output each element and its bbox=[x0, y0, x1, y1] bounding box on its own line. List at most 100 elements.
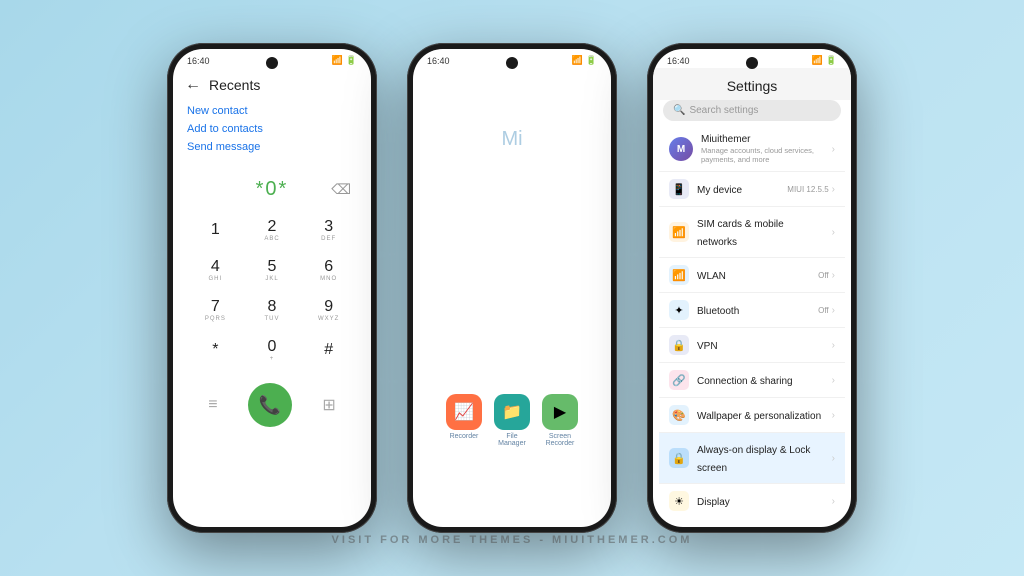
chevron-icon-10: › bbox=[832, 496, 835, 507]
key-6[interactable]: 6MNO bbox=[307, 251, 351, 289]
dialer-options: New contact Add to contacts Send message bbox=[173, 98, 371, 160]
settings-item-wallpaper[interactable]: 🎨 Wallpaper & personalization › bbox=[659, 398, 845, 433]
status-icons-2: 📶 🔋 bbox=[572, 55, 597, 66]
key-7[interactable]: 7PQRS bbox=[193, 291, 237, 329]
dialer-bottom: ≡ 📞 ⊞ bbox=[173, 375, 371, 435]
watermark-text: VISIT FOR MORE THEMES - MIUITHEMER.COM bbox=[332, 534, 693, 546]
key-3[interactable]: 3DEF bbox=[307, 211, 351, 249]
chevron-icon-6: › bbox=[832, 340, 835, 351]
settings-item-vpn[interactable]: 🔒 VPN › bbox=[659, 328, 845, 363]
connection-icon: 🔗 bbox=[669, 370, 689, 390]
wlan-name: WLAN bbox=[697, 271, 726, 282]
settings-item-bluetooth[interactable]: ✦ Bluetooth Off › bbox=[659, 293, 845, 328]
display-name: Display bbox=[697, 497, 730, 508]
miui-badge: MIUI 12.5.5 bbox=[787, 185, 828, 194]
key-0[interactable]: 0+ bbox=[250, 331, 294, 369]
settings-title: Settings bbox=[653, 68, 851, 100]
app-screenrecorder[interactable]: ▶ ScreenRecorder bbox=[542, 394, 578, 447]
dialpad-row-3: 7PQRS 8TUV 9WXYZ bbox=[187, 291, 357, 329]
chevron-icon-4: › bbox=[832, 270, 835, 281]
key-hash[interactable]: # bbox=[307, 331, 351, 369]
camera-cutout-3 bbox=[746, 57, 758, 69]
home-apps: 📈 Recorder 📁 FileManager ▶ ScreenRecorde… bbox=[413, 394, 611, 447]
delete-icon[interactable]: ⌫ bbox=[331, 181, 351, 198]
vpn-name: VPN bbox=[697, 341, 718, 352]
dialpad: 1 2ABC 3DEF 4GHI 5JKL 6MNO 7PQRS 8TUV 9W… bbox=[173, 207, 371, 375]
key-8[interactable]: 8TUV bbox=[250, 291, 294, 329]
alwayson-icon: 🔒 bbox=[669, 448, 689, 468]
search-icon: 🔍 bbox=[673, 105, 685, 116]
connection-name: Connection & sharing bbox=[697, 376, 793, 387]
miuithemer-avatar: M bbox=[669, 137, 693, 161]
settings-item-alwayson[interactable]: 🔒 Always-on display & Lock screen › bbox=[659, 433, 845, 484]
mydevice-name: My device bbox=[697, 185, 742, 196]
chevron-icon-5: › bbox=[832, 305, 835, 316]
key-1[interactable]: 1 bbox=[193, 211, 237, 249]
display-content: Display bbox=[697, 492, 824, 510]
time-1: 16:40 bbox=[187, 56, 210, 66]
chevron-icon-2: › bbox=[832, 184, 835, 195]
vpn-content: VPN bbox=[697, 336, 824, 354]
miuithemer-sub: Manage accounts, cloud services, payment… bbox=[701, 146, 824, 164]
call-button[interactable]: 📞 bbox=[248, 383, 292, 427]
wlan-content: WLAN bbox=[697, 266, 810, 284]
phone-home: 16:40 📶 🔋 Mi 📈 Recorder 📁 FileManager ▶ … bbox=[407, 43, 617, 533]
send-message-option[interactable]: Send message bbox=[187, 138, 357, 156]
settings-item-display[interactable]: ☀ Display › bbox=[659, 484, 845, 518]
wlan-right: Off › bbox=[818, 270, 835, 281]
chevron-icon: › bbox=[832, 144, 835, 155]
key-2[interactable]: 2ABC bbox=[250, 211, 294, 249]
chevron-icon-8: › bbox=[832, 410, 835, 421]
wallpaper-icon: 🎨 bbox=[669, 405, 689, 425]
recorder-label: Recorder bbox=[450, 433, 479, 440]
settings-item-wlan[interactable]: 📶 WLAN Off › bbox=[659, 258, 845, 293]
camera-cutout-2 bbox=[506, 57, 518, 69]
key-9[interactable]: 9WXYZ bbox=[307, 291, 351, 329]
app-filemanager[interactable]: 📁 FileManager bbox=[494, 394, 530, 447]
bluetooth-status: Off bbox=[818, 306, 829, 315]
dialpad-row-4: * 0+ # bbox=[187, 331, 357, 369]
wlan-status: Off bbox=[818, 271, 829, 280]
sim-name: SIM cards & mobile networks bbox=[697, 219, 784, 248]
key-5[interactable]: 5JKL bbox=[250, 251, 294, 289]
bluetooth-icon: ✦ bbox=[669, 300, 689, 320]
screenrecorder-label: ScreenRecorder bbox=[546, 433, 575, 447]
app-recorder[interactable]: 📈 Recorder bbox=[446, 394, 482, 447]
bluetooth-name: Bluetooth bbox=[697, 306, 739, 317]
settings-item-mydevice[interactable]: 📱 My device MIUI 12.5.5 › bbox=[659, 172, 845, 207]
dialpad-row-1: 1 2ABC 3DEF bbox=[187, 211, 357, 249]
settings-search[interactable]: 🔍 Search settings bbox=[663, 100, 841, 121]
key-star[interactable]: * bbox=[193, 331, 237, 369]
status-icons-1: 📶 🔋 bbox=[332, 55, 357, 66]
chevron-icon-3: › bbox=[832, 227, 835, 238]
connection-content: Connection & sharing bbox=[697, 371, 824, 389]
mydevice-right: MIUI 12.5.5 › bbox=[787, 184, 835, 195]
add-contact-option[interactable]: Add to contacts bbox=[187, 120, 357, 138]
menu-icon[interactable]: ≡ bbox=[208, 396, 217, 414]
dialer-title: Recents bbox=[209, 77, 260, 93]
sim-icon: 📶 bbox=[669, 222, 689, 242]
wallpaper-name: Wallpaper & personalization bbox=[697, 411, 821, 422]
recorder-icon: 📈 bbox=[446, 394, 482, 430]
miuithemer-content: Miuithemer Manage accounts, cloud servic… bbox=[701, 134, 824, 164]
camera-cutout bbox=[266, 57, 278, 69]
keypad-icon[interactable]: ⊞ bbox=[322, 395, 335, 415]
settings-item-connection[interactable]: 🔗 Connection & sharing › bbox=[659, 363, 845, 398]
key-4[interactable]: 4GHI bbox=[193, 251, 237, 289]
new-contact-option[interactable]: New contact bbox=[187, 102, 357, 120]
dialer-number: *0* bbox=[256, 178, 289, 201]
settings-item-simcards[interactable]: 📶 SIM cards & mobile networks › bbox=[659, 207, 845, 258]
back-icon[interactable]: ← bbox=[185, 76, 201, 94]
wallpaper-content: Wallpaper & personalization bbox=[697, 406, 824, 424]
alwayson-content: Always-on display & Lock screen bbox=[697, 440, 824, 476]
settings-item-miuithemer[interactable]: M Miuithemer Manage accounts, cloud serv… bbox=[659, 127, 845, 172]
dialer-header: ← Recents bbox=[173, 68, 371, 98]
bluetooth-right: Off › bbox=[818, 305, 835, 316]
phone-settings: 16:40 📶 🔋 Settings 🔍 Search settings M M… bbox=[647, 43, 857, 533]
display-icon: ☀ bbox=[669, 491, 689, 511]
time-3: 16:40 bbox=[667, 56, 690, 66]
time-2: 16:40 bbox=[427, 56, 450, 66]
screenrecorder-icon: ▶ bbox=[542, 394, 578, 430]
miuithemer-name: Miuithemer bbox=[701, 134, 824, 145]
filemanager-label: FileManager bbox=[498, 433, 526, 447]
